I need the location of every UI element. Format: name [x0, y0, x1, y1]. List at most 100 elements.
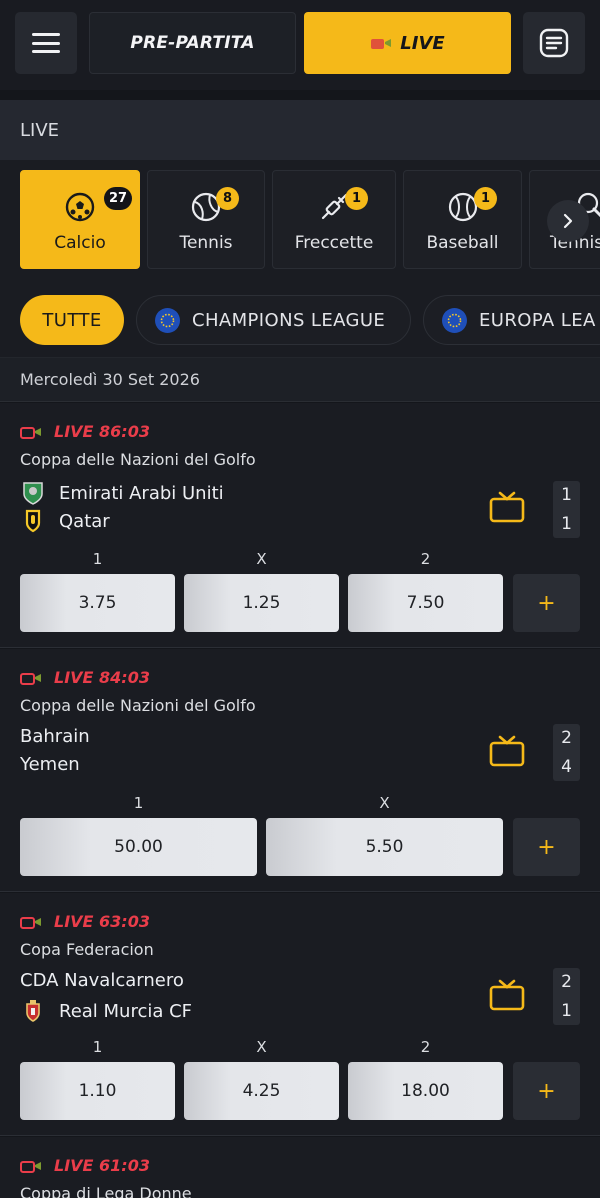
sport-tab-freccette[interactable]: 1 Freccette [272, 170, 396, 269]
qatar-crest-icon [20, 508, 46, 534]
team-name: Qatar [59, 510, 110, 532]
live-clock: LIVE 86:03 [54, 422, 150, 441]
eu-flag-icon [155, 307, 180, 333]
league-filter-bar: TUTTE CHAMPIONS LEAGUE EUROPA LEA [0, 280, 600, 358]
odd-button[interactable]: 7.50 [348, 574, 503, 632]
odd-button[interactable]: 5.50 [266, 818, 503, 876]
competition-name: Coppa delle Nazioni del Golfo [20, 450, 256, 469]
event-card: LIVE 63:03 Copa Federacion CDA Navalcarn… [0, 893, 600, 1136]
live-status: LIVE 84:03 [20, 668, 150, 687]
more-markets-button[interactable]: + [513, 818, 580, 876]
sport-count-badge: 1 [474, 187, 497, 210]
carousel-next-button[interactable] [547, 200, 589, 242]
sport-count-badge: 27 [104, 187, 133, 210]
odd-label: 1 [92, 550, 103, 568]
league-filter-champions-league[interactable]: CHAMPIONS LEAGUE [136, 295, 411, 345]
odd-button[interactable]: 4.25 [184, 1062, 339, 1120]
event-card: LIVE 84:03 Coppa delle Nazioni del Golfo… [0, 649, 600, 892]
team-name: Yemen [20, 754, 80, 775]
tab-pre-match[interactable]: PRE-PARTITA [89, 12, 296, 74]
score-home: 2 [561, 972, 572, 993]
score-home: 2 [561, 728, 572, 749]
top-bar: PRE-PARTITA LIVE [0, 0, 600, 90]
competition-name: Copa Federacion [20, 940, 154, 959]
camera-icon [20, 916, 41, 929]
team-name: Bahrain [20, 726, 90, 747]
home-team: CDA Navalcarnero [20, 970, 184, 991]
away-team: Real Murcia CF [20, 998, 192, 1024]
tab-pre-match-label: PRE-PARTITA [130, 33, 255, 53]
camera-icon [20, 1160, 41, 1173]
league-filter-label: EUROPA LEA [479, 309, 596, 331]
sport-label: Calcio [54, 233, 106, 253]
odd-label: X [379, 794, 390, 812]
odd-label: 1 [92, 1038, 103, 1056]
live-status: LIVE 63:03 [20, 912, 150, 931]
eu-flag-icon [442, 307, 467, 333]
sport-tab-baseball[interactable]: 1 Baseball [403, 170, 522, 269]
competition-name: Coppa di Lega Donne [20, 1184, 192, 1198]
team-name: CDA Navalcarnero [20, 970, 184, 991]
league-filter-label: TUTTE [42, 309, 102, 331]
odd-button[interactable]: 50.00 [20, 818, 257, 876]
tv-stream-icon[interactable] [489, 979, 525, 1011]
tab-live[interactable]: LIVE [304, 12, 511, 74]
camera-icon [371, 39, 392, 49]
more-markets-button[interactable]: + [513, 1062, 580, 1120]
live-clock: LIVE 63:03 [54, 912, 150, 931]
sport-count-badge: 8 [216, 187, 239, 210]
date-header: Mercoledì 30 Set 2026 [0, 358, 600, 402]
scoreboard: 1 1 [553, 481, 580, 538]
tab-live-label: LIVE [400, 32, 445, 54]
away-team: Yemen [20, 754, 80, 775]
home-team: Emirati Arabi Uniti [20, 480, 224, 506]
sport-count-badge: 1 [345, 187, 368, 210]
score-away: 1 [561, 513, 572, 534]
sport-label: Tennis [179, 233, 233, 253]
live-status: LIVE 61:03 [20, 1156, 150, 1175]
team-name: Real Murcia CF [59, 1000, 193, 1022]
betslip-icon [539, 28, 569, 58]
real-murcia-crest-icon [20, 998, 46, 1024]
event-card: LIVE 86:03 Coppa delle Nazioni del Golfo… [0, 403, 600, 648]
sport-tab-tennis[interactable]: 8 Tennis [147, 170, 265, 269]
league-filter-label: CHAMPIONS LEAGUE [192, 309, 386, 331]
sport-label: Baseball [426, 233, 499, 253]
chevron-right-icon [563, 213, 573, 229]
score-away: 1 [561, 1000, 572, 1021]
score-away: 4 [561, 756, 572, 777]
tv-stream-icon[interactable] [489, 491, 525, 523]
league-filter-europa-league[interactable]: EUROPA LEA [423, 295, 600, 345]
team-name: Emirati Arabi Uniti [59, 482, 224, 504]
tv-stream-icon[interactable] [489, 735, 525, 767]
odd-label: X [256, 1038, 267, 1056]
sport-tab-calcio[interactable]: 27 Calcio [20, 170, 140, 269]
odd-label: X [256, 550, 267, 568]
away-team: Qatar [20, 508, 110, 534]
odd-label: 2 [420, 550, 431, 568]
live-status: LIVE 86:03 [20, 422, 150, 441]
odd-button[interactable]: 3.75 [20, 574, 175, 632]
betslip-button[interactable] [523, 12, 585, 74]
odd-button[interactable]: 18.00 [348, 1062, 503, 1120]
live-clock: LIVE 61:03 [54, 1156, 150, 1175]
event-card: LIVE 61:03 Coppa di Lega Donne [0, 1137, 600, 1198]
uae-crest-icon [20, 480, 46, 506]
scoreboard: 2 1 [553, 968, 580, 1025]
section-title: LIVE [0, 100, 600, 160]
more-markets-button[interactable]: + [513, 574, 580, 632]
odd-label: 1 [133, 794, 144, 812]
hamburger-icon [32, 33, 60, 53]
soccer-ball-icon [65, 192, 95, 222]
sports-carousel: 27 Calcio 8 Tennis 1 Freccette 1 Basebal… [0, 160, 600, 280]
home-team: Bahrain [20, 726, 90, 747]
league-filter-all[interactable]: TUTTE [20, 295, 124, 345]
menu-button[interactable] [15, 12, 77, 74]
odd-button[interactable]: 1.25 [184, 574, 339, 632]
odd-button[interactable]: 1.10 [20, 1062, 175, 1120]
score-home: 1 [561, 485, 572, 506]
camera-icon [20, 672, 41, 685]
live-clock: LIVE 84:03 [54, 668, 150, 687]
camera-icon [20, 426, 41, 439]
competition-name: Coppa delle Nazioni del Golfo [20, 696, 256, 715]
